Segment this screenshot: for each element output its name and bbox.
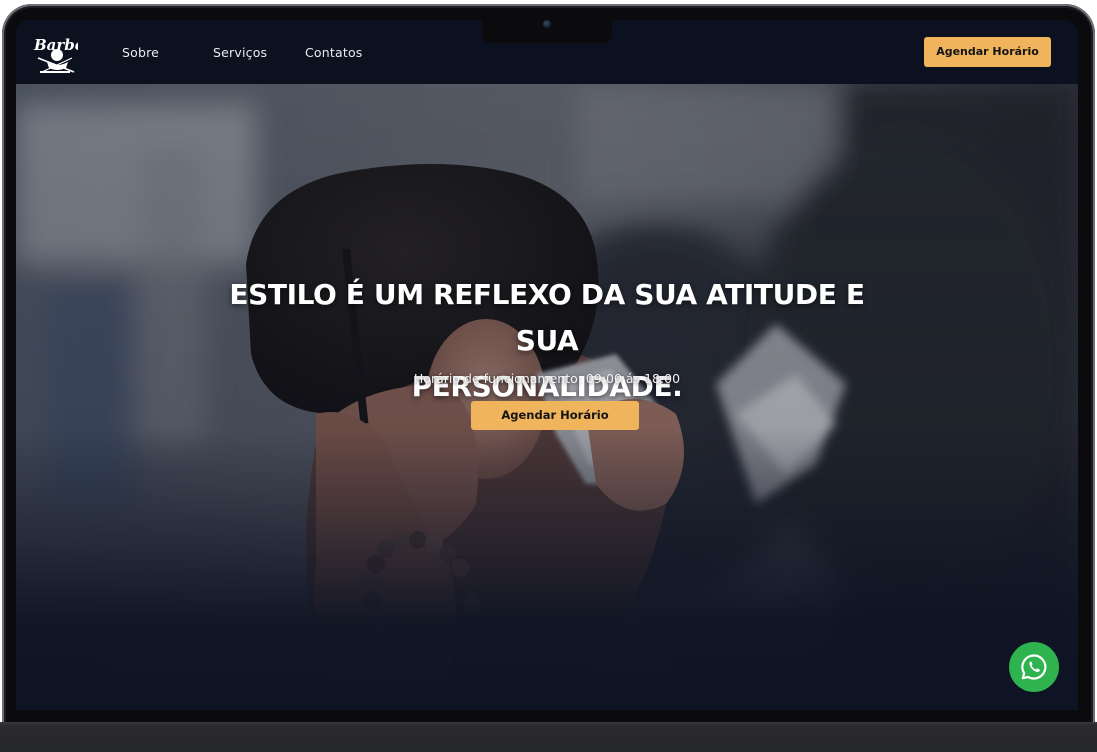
laptop-frame: Barber Sobre Serviços Contatos Agendar H… (0, 0, 1097, 752)
hero-section: ESTILO É UM REFLEXO DA SUA ATITUDE E SUA… (16, 84, 1078, 710)
nav-link-servicos[interactable]: Serviços (213, 45, 267, 60)
barber-logo[interactable]: Barber (32, 28, 93, 76)
nav-link-contatos[interactable]: Contatos (305, 45, 363, 60)
hero-title: ESTILO É UM REFLEXO DA SUA ATITUDE E SUA… (197, 272, 897, 410)
nav-schedule-button[interactable]: Agendar Horário (924, 37, 1051, 67)
nav-link-sobre[interactable]: Sobre (122, 45, 159, 60)
webcam-icon (543, 20, 551, 28)
opening-hours-text: Horário de funcionamento: 09:00 ás 18:00 (413, 371, 681, 386)
camera-notch (482, 20, 612, 43)
hero-schedule-button[interactable]: Agendar Horário (471, 401, 639, 430)
whatsapp-icon (1021, 654, 1047, 680)
hero-title-line-1: ESTILO É UM REFLEXO DA SUA ATITUDE E SUA (229, 278, 865, 357)
laptop-base (0, 722, 1097, 752)
browser-screen: Barber Sobre Serviços Contatos Agendar H… (16, 20, 1078, 710)
whatsapp-button[interactable] (1009, 642, 1059, 692)
